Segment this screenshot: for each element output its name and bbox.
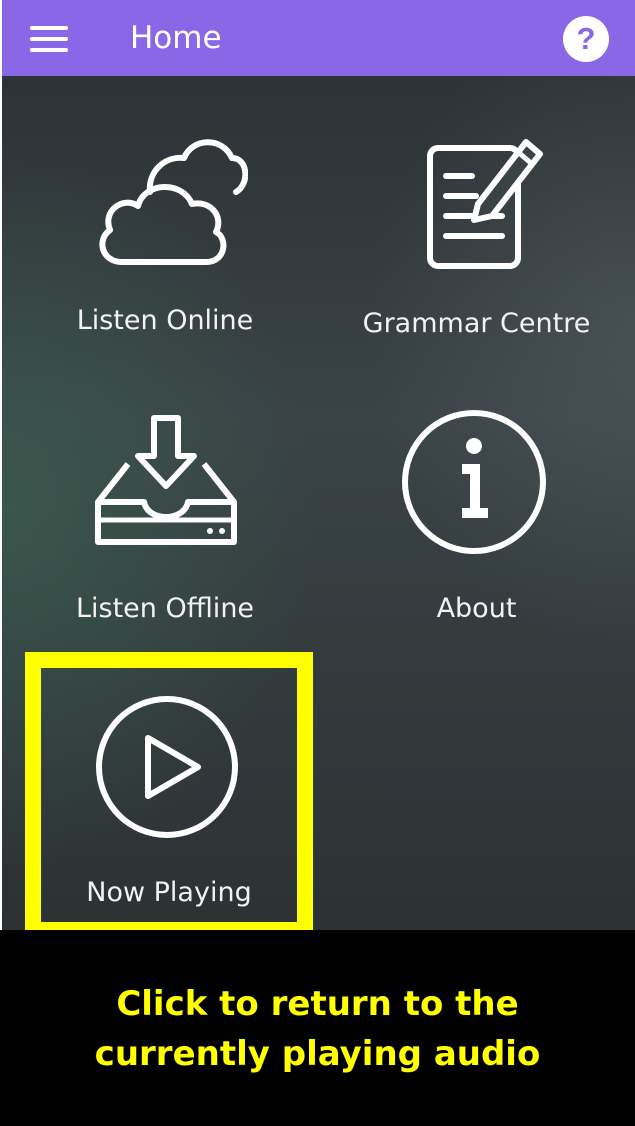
hamburger-menu-icon[interactable] [30, 24, 68, 54]
now-playing-label: Now Playing [86, 877, 252, 908]
now-playing-button[interactable]: Now Playing [40, 668, 298, 918]
info-icon [402, 410, 546, 554]
listen-online-label: Listen Online [76, 305, 254, 336]
caption-line-2: currently playing audio [94, 1034, 541, 1074]
app-bar: Home ? [2, 0, 635, 76]
callout-caption: Click to return to the currently playing… [0, 930, 635, 1126]
grammar-centre-label: Grammar Centre [362, 308, 591, 339]
cloud-icon [99, 139, 248, 265]
play-icon [96, 696, 238, 838]
about-button[interactable]: About [318, 390, 635, 650]
download-tray-icon [95, 415, 237, 545]
document-edit-icon [427, 139, 543, 269]
caption-line-1: Click to return to the [116, 984, 519, 1024]
grammar-centre-button[interactable]: Grammar Centre [318, 100, 635, 370]
listen-offline-label: Listen Offline [75, 593, 255, 624]
listen-online-button[interactable]: Listen Online [2, 100, 328, 370]
page-title: Home [130, 20, 222, 56]
app-screen: Home ? Listen Online Grammar Centre List… [2, 0, 635, 930]
listen-offline-button[interactable]: Listen Offline [2, 390, 328, 650]
about-label: About [436, 593, 517, 624]
help-question-icon[interactable]: ? [563, 16, 609, 62]
